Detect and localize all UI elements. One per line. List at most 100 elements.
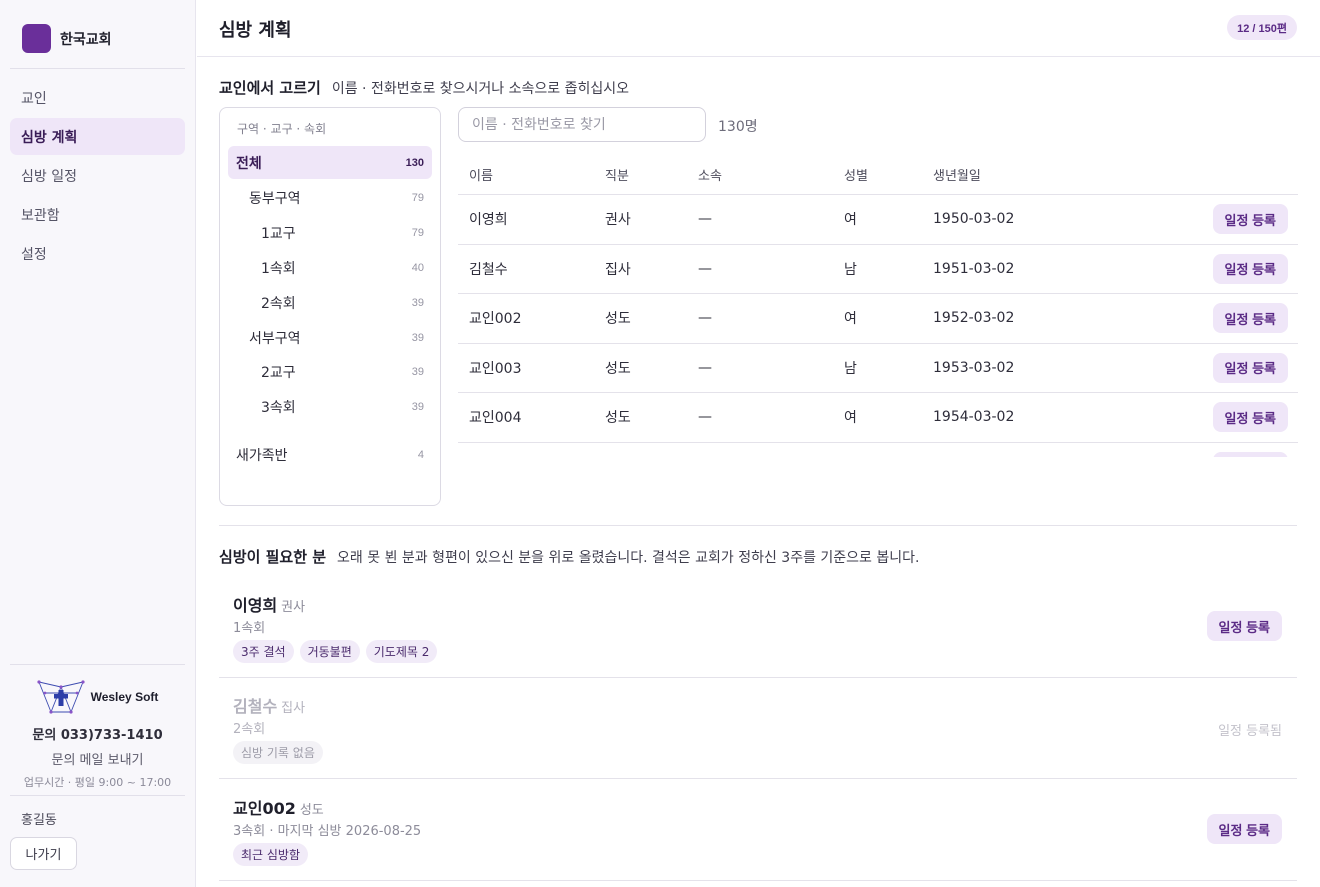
nav-item-visit-plan[interactable]: 심방 계획 bbox=[10, 118, 185, 155]
need-name: 교인002 bbox=[233, 799, 296, 818]
need-name-line: 교인002 성도 bbox=[233, 795, 324, 819]
schedule-button[interactable]: 일정 등록 bbox=[1212, 204, 1288, 235]
cell-birth: 1952-03-02 bbox=[933, 310, 1015, 327]
tree-item-count: 130 bbox=[405, 156, 424, 169]
tree-item-count: 39 bbox=[411, 400, 424, 413]
brand[interactable]: 한국교회 bbox=[22, 24, 112, 53]
cell-gender: 여 bbox=[844, 410, 857, 427]
tree-item-label: 동부구역 bbox=[249, 190, 301, 207]
quota-badge: 12 / 150편 bbox=[1227, 15, 1297, 40]
row-action: 일정 등록 bbox=[1212, 443, 1288, 457]
nav-item-settings[interactable]: 설정 bbox=[10, 235, 185, 272]
nav-item-members[interactable]: 교인 bbox=[10, 79, 185, 116]
need-tag: 거동불편 bbox=[299, 640, 360, 663]
cell-name: 김철수 bbox=[469, 261, 508, 278]
need-tag: 기도제목 2 bbox=[365, 640, 438, 663]
cell-gender: 여 bbox=[844, 212, 857, 229]
sidebar-nav: 교인 심방 계획 심방 일정 보관함 설정 bbox=[10, 79, 185, 274]
column-header-role[interactable]: 직분 bbox=[605, 155, 629, 194]
tree-item-cell[interactable]: 3속회 39 bbox=[228, 390, 432, 423]
cell-name: 교인004 bbox=[469, 410, 522, 427]
page-title: 심방 계획 bbox=[219, 20, 292, 41]
cell-gender: 남 bbox=[844, 360, 857, 377]
schedule-button[interactable]: 일정 등록 bbox=[1206, 814, 1282, 844]
cell-gender: 남 bbox=[844, 261, 857, 278]
tree-item-label: 1속회 bbox=[261, 260, 296, 277]
section-divider bbox=[219, 525, 1297, 526]
cell-group: — bbox=[698, 409, 712, 426]
tree-item-newcomers[interactable]: 새가족반 4 bbox=[228, 438, 432, 471]
tree-item-count: 79 bbox=[411, 226, 424, 239]
tree-item-count: 79 bbox=[411, 191, 424, 204]
tree-item-label: 1교구 bbox=[261, 225, 296, 242]
need-name-line: 이영희 권사 bbox=[233, 592, 305, 616]
need-tags: 3주 결석 거동불편 기도제목 2 bbox=[233, 640, 438, 663]
group-tree: 구역 · 교구 · 속회 전체 130 동부구역 79 1교구 79 1속회 40 2속… bbox=[219, 107, 441, 506]
sidebar-divider bbox=[10, 664, 185, 665]
cell-name: 이영희 bbox=[469, 212, 508, 229]
table-row: 교인002 성도 — 여 1952-03-02 일정 등록 bbox=[458, 294, 1298, 344]
tree-item-cell[interactable]: 1속회 40 bbox=[228, 251, 432, 284]
nav-item-visit-schedule[interactable]: 심방 일정 bbox=[10, 157, 185, 194]
sidebar: 한국교회 교인 심방 계획 심방 일정 보관함 설정 Wesley Soft 문… bbox=[0, 0, 196, 887]
tree-item-cell[interactable]: 2속회 39 bbox=[228, 286, 432, 319]
table-header: 이름 직분 소속 성별 생년월일 bbox=[458, 155, 1298, 195]
church-logo bbox=[22, 24, 51, 53]
cell-group: — bbox=[698, 359, 712, 376]
nav-item-archive[interactable]: 보관함 bbox=[10, 196, 185, 233]
schedule-button[interactable]: 일정 등록 bbox=[1212, 303, 1288, 334]
tree-item-parish[interactable]: 1교구 79 bbox=[228, 216, 432, 249]
cell-group: — bbox=[698, 310, 712, 327]
support-phone[interactable]: 문의 033)733-1410 bbox=[10, 724, 185, 743]
column-header-birth[interactable]: 생년월일 bbox=[933, 155, 981, 194]
tree-item-label: 새가족반 bbox=[236, 447, 288, 464]
schedule-button[interactable]: 일정 등록 bbox=[1212, 352, 1288, 383]
tree-item-district[interactable]: 서부구역 39 bbox=[228, 321, 432, 354]
nav-item-label: 보관함 bbox=[21, 207, 60, 224]
column-header-name[interactable]: 이름 bbox=[469, 155, 493, 194]
logout-button[interactable]: 나가기 bbox=[10, 837, 77, 870]
schedule-button[interactable]: 일정 등록 bbox=[1212, 451, 1288, 457]
tree-item-count: 40 bbox=[411, 261, 424, 274]
vendor-brand: Wesley Soft bbox=[10, 678, 185, 716]
scheduled-status: 일정 등록됨 bbox=[1218, 724, 1282, 739]
schedule-button[interactable]: 일정 등록 bbox=[1206, 611, 1282, 641]
cell-group: — bbox=[698, 260, 712, 277]
need-name-line: 김철수 집사 bbox=[233, 693, 305, 717]
nav-item-label: 심방 일정 bbox=[21, 168, 77, 185]
tree-item-label: 2교구 bbox=[261, 364, 296, 381]
need-item: 이영희 권사 1속회 3주 결석 거동불편 기도제목 2 일정 등록 bbox=[219, 577, 1297, 678]
member-search-input[interactable] bbox=[458, 107, 706, 142]
needs-title: 심방이 필요한 분 bbox=[219, 548, 327, 566]
tree-item-label: 서부구역 bbox=[249, 330, 301, 347]
nav-item-label: 심방 계획 bbox=[21, 129, 78, 146]
column-header-group[interactable]: 소속 bbox=[698, 155, 722, 194]
needs-description: 오래 못 뵌 분과 형편이 있으신 분을 위로 올렸습니다. 결석은 교회가 정… bbox=[337, 550, 920, 566]
cell-name: 교인002 bbox=[469, 311, 522, 328]
cell-role: 집사 bbox=[605, 261, 631, 278]
cell-role: 성도 bbox=[605, 410, 631, 427]
tree-item-count: 39 bbox=[411, 365, 424, 378]
current-user: 홍길동 bbox=[21, 813, 57, 828]
tree-item-all[interactable]: 전체 130 bbox=[228, 146, 432, 179]
row-action: 일정 등록 bbox=[1212, 245, 1288, 294]
cell-name: 교인003 bbox=[469, 360, 522, 377]
need-role: 집사 bbox=[281, 701, 306, 716]
need-subtitle: 3속회 · 마지막 심방 2026-08-25 bbox=[233, 824, 422, 839]
cell-role: 권사 bbox=[605, 212, 631, 229]
sidebar-divider bbox=[10, 68, 185, 69]
schedule-button[interactable]: 일정 등록 bbox=[1212, 402, 1288, 433]
row-action: 일정 등록 bbox=[1212, 344, 1288, 393]
schedule-button[interactable]: 일정 등록 bbox=[1212, 253, 1288, 284]
need-subtitle: 1속회 bbox=[233, 621, 266, 636]
tree-item-district[interactable]: 동부구역 79 bbox=[228, 181, 432, 214]
column-header-gender[interactable]: 성별 bbox=[844, 155, 868, 194]
wesley-soft-logo-icon bbox=[36, 680, 85, 714]
cell-role: 성도 bbox=[605, 311, 631, 328]
support-mail-link[interactable]: 문의 메일 보내기 bbox=[10, 749, 185, 768]
tree-item-parish[interactable]: 2교구 39 bbox=[228, 355, 432, 388]
need-item: 교인002 성도 3속회 · 마지막 심방 2026-08-25 최근 심방함 일… bbox=[219, 780, 1297, 881]
cell-birth: 1950-03-02 bbox=[933, 211, 1015, 228]
cell-birth: 1951-03-02 bbox=[933, 260, 1015, 277]
nav-item-label: 설정 bbox=[21, 246, 47, 263]
